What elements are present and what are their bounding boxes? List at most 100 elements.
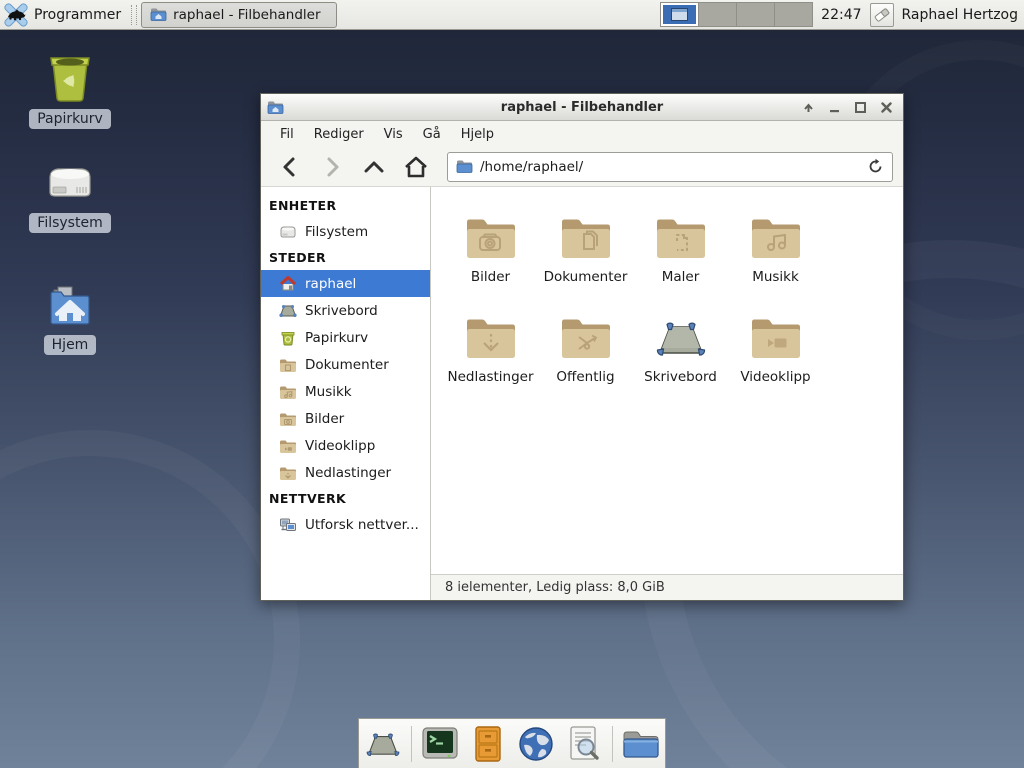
folder-videos-icon — [748, 301, 804, 363]
folder-templates-icon — [653, 201, 709, 263]
screenshooter-tray-button[interactable] — [870, 3, 894, 27]
file-item-nedlastinger[interactable]: Nedlastinger — [443, 301, 538, 401]
sidebar-item-label: Videoklipp — [305, 438, 375, 454]
sidebar-item-label: Musikk — [305, 384, 352, 400]
reload-icon[interactable] — [867, 158, 884, 175]
file-item-label: Offentlig — [556, 369, 614, 385]
desktop-icon-trash[interactable]: Papirkurv — [15, 52, 125, 129]
network-icon — [279, 517, 297, 533]
minimize-button[interactable] — [826, 99, 843, 116]
up-button[interactable] — [355, 152, 393, 182]
sidebar-item-label: raphael — [305, 276, 356, 292]
trash-icon — [279, 330, 297, 346]
dock-separator — [612, 726, 613, 762]
folder-downloads-icon — [463, 301, 519, 363]
folder-public-icon — [558, 301, 614, 363]
menu-file[interactable]: Fil — [271, 124, 303, 145]
folder-documents-icon — [558, 201, 614, 263]
file-item-bilder[interactable]: Bilder — [443, 201, 538, 301]
desktop-icon-label: Hjem — [44, 335, 97, 355]
titlebar[interactable]: raphael - Filbehandler — [261, 94, 903, 121]
file-manager-window: raphael - Filbehandler Fil Rediger Vis G… — [260, 93, 904, 601]
terminal-icon — [421, 726, 459, 762]
path-bar[interactable]: /home/raphael/ — [447, 152, 893, 182]
file-item-label: Musikk — [752, 269, 799, 285]
menu-go[interactable]: Gå — [414, 124, 450, 145]
sidebar-item-label: Nedlastinger — [305, 465, 391, 481]
workspace-window-thumb — [671, 8, 688, 21]
file-item-musikk[interactable]: Musikk — [728, 201, 823, 301]
file-item-skrivebord[interactable]: Skrivebord — [633, 301, 728, 401]
sidebar-item-documents[interactable]: Dokumenter — [261, 351, 430, 378]
show-desktop-icon — [364, 727, 402, 761]
dock-separator — [411, 726, 412, 762]
menu-view[interactable]: Vis — [375, 124, 412, 145]
desktop-icon-filesystem[interactable]: Filsystem — [15, 160, 125, 233]
shade-button[interactable] — [800, 99, 817, 116]
sidebar-item-label: Utforsk nettver... — [305, 517, 419, 533]
dock-search-files-button[interactable] — [564, 724, 604, 764]
desktop-icon — [653, 301, 709, 363]
forward-button[interactable] — [313, 152, 351, 182]
file-manager-icon — [621, 727, 661, 761]
workspace-2[interactable] — [699, 3, 736, 26]
web-browser-icon — [517, 725, 555, 763]
workspace-switcher[interactable] — [660, 2, 813, 27]
path-text[interactable]: /home/raphael/ — [480, 159, 860, 175]
folder-documents-icon — [279, 357, 297, 373]
applications-menu-button[interactable]: Programmer — [0, 0, 131, 29]
sidebar-item-videos[interactable]: Videoklipp — [261, 432, 430, 459]
dock-terminal-button[interactable] — [420, 724, 460, 764]
workspace-1-active[interactable] — [661, 3, 698, 26]
file-item-maler[interactable]: Maler — [633, 201, 728, 301]
applications-menu-label: Programmer — [34, 7, 121, 23]
folder-downloads-icon — [279, 465, 297, 481]
workspace-3[interactable] — [737, 3, 774, 26]
sidebar-header-places: STEDER — [261, 245, 430, 270]
sidebar-item-filesystem[interactable]: Filsystem — [261, 218, 430, 245]
window-folder-icon — [150, 7, 167, 22]
sidebar-item-label: Skrivebord — [305, 303, 378, 319]
sidebar-item-label: Papirkurv — [305, 330, 368, 346]
sidebar-header-network: NETTVERK — [261, 486, 430, 511]
sidebar-item-desktop[interactable]: Skrivebord — [261, 297, 430, 324]
dock-show-desktop-button[interactable] — [363, 724, 403, 764]
sidebar-item-downloads[interactable]: Nedlastinger — [261, 459, 430, 486]
desktop-icon — [279, 303, 297, 319]
folder-pictures-icon — [463, 201, 519, 263]
home-button[interactable] — [397, 152, 435, 182]
sidebar-item-pictures[interactable]: Bilder — [261, 405, 430, 432]
dock-file-cabinet-button[interactable] — [468, 724, 508, 764]
folder-music-icon — [748, 201, 804, 263]
desktop-icon-home[interactable]: Hjem — [15, 282, 125, 355]
dock-file-manager-button[interactable] — [621, 724, 661, 764]
maximize-button[interactable] — [852, 99, 869, 116]
sidebar-item-label: Bilder — [305, 411, 344, 427]
sidebar-item-music[interactable]: Musikk — [261, 378, 430, 405]
taskbar-window-button[interactable]: raphael - Filbehandler — [141, 2, 337, 28]
xfce-logo-icon — [4, 3, 28, 27]
sidebar-item-label: Dokumenter — [305, 357, 389, 373]
home-folder-icon — [44, 282, 96, 330]
close-button[interactable] — [878, 99, 895, 116]
sidebar-header-devices: ENHETER — [261, 193, 430, 218]
wallpaper-ring — [0, 430, 300, 768]
sidebar-item-browse-network[interactable]: Utforsk nettver... — [261, 511, 430, 538]
sidebar-item-trash[interactable]: Papirkurv — [261, 324, 430, 351]
home-icon — [279, 276, 297, 292]
file-item-dokumenter[interactable]: Dokumenter — [538, 201, 633, 301]
file-item-label: Skrivebord — [644, 369, 717, 385]
panel-grip-handle[interactable] — [131, 5, 137, 25]
file-view[interactable]: Bilder Dokumenter — [431, 187, 903, 574]
file-item-offentlig[interactable]: Offentlig — [538, 301, 633, 401]
menu-edit[interactable]: Rediger — [305, 124, 373, 145]
file-item-label: Maler — [662, 269, 700, 285]
file-item-videoklipp[interactable]: Videoklipp — [728, 301, 823, 401]
dock-web-browser-button[interactable] — [516, 724, 556, 764]
back-button[interactable] — [271, 152, 309, 182]
file-item-label: Nedlastinger — [447, 369, 533, 385]
menu-help[interactable]: Hjelp — [452, 124, 503, 145]
workspace-4[interactable] — [775, 3, 812, 26]
taskbar-window-label: raphael - Filbehandler — [173, 7, 320, 23]
sidebar-item-raphael[interactable]: raphael — [261, 270, 430, 297]
